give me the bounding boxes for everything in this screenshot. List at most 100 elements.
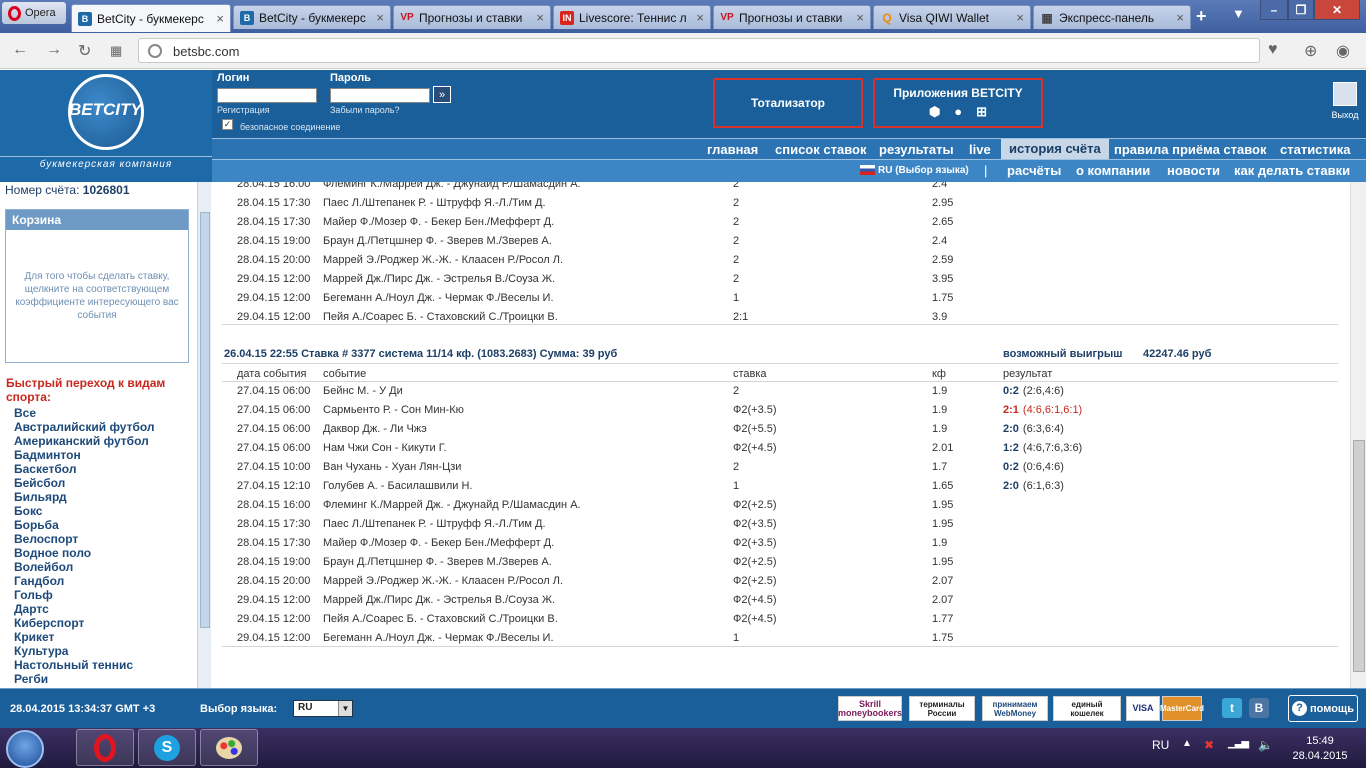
twitter-icon[interactable]: t	[1222, 698, 1242, 718]
network-warning-icon[interactable]: ✖	[1204, 738, 1214, 752]
site-info-icon[interactable]	[148, 44, 162, 58]
bookmark-heart-icon[interactable]: ♥	[1268, 41, 1278, 59]
back-arrow-icon[interactable]: ←	[12, 41, 28, 59]
new-tab-icon[interactable]: +	[1196, 6, 1207, 27]
visa-logo[interactable]: VISA	[1126, 696, 1160, 721]
tab-6[interactable]: ▦ Экспресс-панель ×	[1033, 5, 1191, 29]
skype-taskbar-button[interactable]: S	[138, 729, 196, 766]
nav-item-statistics[interactable]: статистика	[1280, 142, 1351, 157]
account-number: Номер счёта: 1026801	[5, 183, 130, 197]
mastercard-logo[interactable]: MasterCard	[1160, 696, 1204, 721]
minimize-icon[interactable]: –	[1260, 0, 1288, 20]
tab-4[interactable]: VP Прогнозы и ставки ×	[713, 5, 871, 29]
forward-arrow-icon[interactable]: →	[46, 41, 62, 59]
close-icon[interactable]: ×	[216, 11, 224, 26]
exit-button[interactable]: Выход	[1330, 82, 1360, 124]
bet-type: 1	[733, 292, 740, 304]
tray-arrow-icon[interactable]: ▲	[1182, 738, 1192, 749]
logo[interactable]: BETCITY букмекерская компания	[0, 70, 212, 182]
register-link[interactable]: Регистрация	[217, 105, 270, 115]
close-icon[interactable]: ×	[1016, 10, 1024, 25]
login-submit-button[interactable]: »	[433, 86, 451, 103]
grid-icon[interactable]: ▦	[110, 43, 122, 59]
sport-link[interactable]: Бадминтон	[14, 448, 155, 462]
sport-link[interactable]: Бильярд	[14, 490, 155, 504]
nav-item-live[interactable]: live	[969, 142, 991, 157]
event-name: Даквор Дж. - Ли Чжэ	[323, 423, 427, 435]
tab-2[interactable]: VP Прогнозы и ставки ×	[393, 5, 551, 29]
sport-link[interactable]: Крикет	[14, 630, 155, 644]
vkontakte-icon[interactable]: B	[1249, 698, 1269, 718]
taskbar-clock[interactable]: 15:49 28.04.2015	[1284, 734, 1356, 764]
login-input[interactable]	[217, 88, 317, 103]
help-button[interactable]: ? помощь	[1288, 695, 1358, 722]
sport-link[interactable]: Культура	[14, 644, 155, 658]
nav-item-rules[interactable]: правила приёма ставок	[1114, 142, 1267, 157]
tab-3[interactable]: IN Livescore: Теннис л ×	[553, 5, 711, 29]
sport-link[interactable]: Гольф	[14, 588, 155, 602]
logo-subtitle: букмекерская компания	[39, 159, 173, 170]
sport-link[interactable]: Борьба	[14, 518, 155, 532]
terminals-logo[interactable]: терминалы России	[909, 696, 975, 721]
sport-link[interactable]: Все	[14, 406, 155, 420]
apps-button[interactable]: Приложения BETCITY ⬢ ● ⊞	[873, 78, 1043, 128]
tab-1[interactable]: B BetCity - букмекерс ×	[233, 5, 391, 29]
footer-lang-select[interactable]: RU ▼	[293, 700, 353, 717]
url-field[interactable]: betsbc.com	[138, 38, 1260, 63]
tab-0[interactable]: B BetCity - букмекерс ×	[71, 4, 231, 32]
bet-summary: 26.04.15 22:55 Ставка # 3377 система 11/…	[224, 348, 618, 360]
secure-connection-checkbox[interactable]: ✓	[222, 119, 233, 130]
nav-item-how-to-bet[interactable]: как делать ставки	[1234, 163, 1350, 178]
webmoney-logo[interactable]: принимаем WebMoney	[982, 696, 1048, 721]
close-icon[interactable]: ×	[856, 10, 864, 25]
page-scrollbar[interactable]	[1350, 182, 1366, 688]
nav-item-account-history[interactable]: история счёта	[1001, 139, 1109, 159]
keyboard-language[interactable]: RU	[1152, 738, 1169, 752]
close-icon[interactable]: ×	[536, 10, 544, 25]
windows-start-icon[interactable]	[6, 730, 44, 768]
sport-link[interactable]: Волейбол	[14, 560, 155, 574]
page-scroll-thumb[interactable]	[1353, 440, 1365, 672]
nav-item-main[interactable]: главная	[707, 142, 758, 157]
nav-item-about[interactable]: о компании	[1076, 163, 1150, 178]
sport-link[interactable]: Водное поло	[14, 546, 155, 560]
sport-link[interactable]: Дартс	[14, 602, 155, 616]
sidebar-scrollbar[interactable]	[197, 182, 211, 688]
close-icon[interactable]: ×	[1176, 10, 1184, 25]
sidebar-scroll-thumb[interactable]	[200, 212, 210, 628]
volume-icon[interactable]: 🔈	[1258, 738, 1273, 752]
wallet-logo[interactable]: единый кошелек	[1053, 696, 1121, 721]
window-close-icon[interactable]: ✕	[1314, 0, 1360, 20]
sport-link[interactable]: Американский футбол	[14, 434, 155, 448]
sport-link[interactable]: Баскетбол	[14, 462, 155, 476]
tab-menu-chevron-icon[interactable]: ▼	[1232, 6, 1245, 21]
sport-link[interactable]: Велоспорт	[14, 532, 155, 546]
close-icon[interactable]: ×	[696, 10, 704, 25]
sport-link[interactable]: Регби	[14, 672, 155, 686]
sport-link[interactable]: Бейсбол	[14, 476, 155, 490]
download-icon[interactable]: ⊕	[1304, 41, 1317, 61]
opera-taskbar-button[interactable]	[76, 729, 134, 766]
opera-menu-button[interactable]: Opera	[2, 2, 66, 24]
nav-item-news[interactable]: новости	[1167, 163, 1220, 178]
paint-taskbar-button[interactable]	[200, 729, 258, 766]
reload-icon[interactable]: ↻	[78, 41, 91, 61]
nav-item-settlements[interactable]: расчёты	[1007, 163, 1061, 178]
language-selector[interactable]: RU (Выбор языка)	[878, 165, 969, 176]
nav-item-bet-list[interactable]: список ставок	[775, 142, 866, 157]
sync-icon[interactable]: ◉	[1336, 41, 1350, 61]
skrill-logo[interactable]: Skrill moneybookers	[838, 696, 902, 721]
sport-link[interactable]: Гандбол	[14, 574, 155, 588]
password-input[interactable]	[330, 88, 430, 103]
sport-link[interactable]: Настольный теннис	[14, 658, 155, 672]
forgot-password-link[interactable]: Забыли пароль?	[330, 105, 399, 115]
nav-item-results[interactable]: результаты	[879, 142, 954, 157]
sport-link[interactable]: Австралийский футбол	[14, 420, 155, 434]
totalizator-button[interactable]: Тотализатор	[713, 78, 863, 128]
close-icon[interactable]: ×	[376, 10, 384, 25]
maximize-icon[interactable]: ❐	[1288, 0, 1314, 20]
signal-icon[interactable]: ▁▃▅	[1228, 738, 1249, 749]
sport-link[interactable]: Бокс	[14, 504, 155, 518]
tab-5[interactable]: Q Visa QIWI Wallet ×	[873, 5, 1031, 29]
sport-link[interactable]: Киберспорт	[14, 616, 155, 630]
